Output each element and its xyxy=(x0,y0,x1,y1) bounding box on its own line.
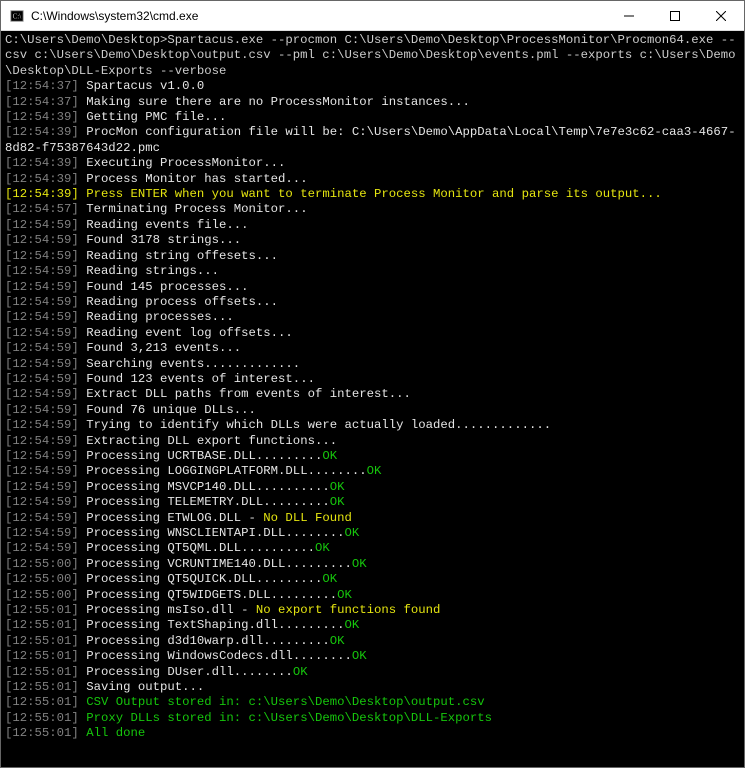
window-title: C:\Windows\system32\cmd.exe xyxy=(31,9,198,23)
svg-text:C:\: C:\ xyxy=(13,12,22,20)
terminal-output[interactable]: C:\Users\Demo\Desktop>Spartacus.exe --pr… xyxy=(1,31,744,767)
log-line: [12:54:59] Extracting DLL export functio… xyxy=(5,434,740,449)
log-line: [12:55:01] Proxy DLLs stored in: c:\User… xyxy=(5,711,740,726)
log-line: [12:54:37] Spartacus v1.0.0 xyxy=(5,79,740,94)
log-line: [12:54:59] Processing QT5QML.DLL........… xyxy=(5,541,740,556)
cmd-window: C:\ C:\Windows\system32\cmd.exe C:\Users… xyxy=(0,0,745,768)
log-line: [12:55:01] All done xyxy=(5,726,740,741)
cmd-icon: C:\ xyxy=(9,8,25,24)
log-line: [12:54:59] Trying to identify which DLLs… xyxy=(5,418,740,433)
log-line: [12:55:00] Processing QT5QUICK.DLL......… xyxy=(5,572,740,587)
log-line: [12:54:39] Process Monitor has started..… xyxy=(5,172,740,187)
log-line: [12:54:39] Executing ProcessMonitor... xyxy=(5,156,740,171)
log-line: [12:54:59] Processing MSVCP140.DLL......… xyxy=(5,480,740,495)
log-line: [12:54:59] Found 3,213 events... xyxy=(5,341,740,356)
minimize-button[interactable] xyxy=(606,1,652,31)
log-line: [12:54:59] Processing LOGGINGPLATFORM.DL… xyxy=(5,464,740,479)
log-line: [12:54:59] Reading events file... xyxy=(5,218,740,233)
log-line: [12:54:57] Terminating Process Monitor..… xyxy=(5,202,740,217)
log-line: [12:54:59] Reading string offesets... xyxy=(5,249,740,264)
log-line: [12:54:39] Press ENTER when you want to … xyxy=(5,187,740,202)
log-line: [12:54:59] Found 3178 strings... xyxy=(5,233,740,248)
log-line: [12:54:39] ProcMon configuration file wi… xyxy=(5,125,740,156)
log-line: [12:54:59] Reading process offsets... xyxy=(5,295,740,310)
log-line: [12:54:59] Processing TELEMETRY.DLL.....… xyxy=(5,495,740,510)
log-line: [12:54:39] Getting PMC file... xyxy=(5,110,740,125)
log-line: [12:54:59] Reading event log offsets... xyxy=(5,326,740,341)
maximize-button[interactable] xyxy=(652,1,698,31)
log-line: [12:54:59] Found 76 unique DLLs... xyxy=(5,403,740,418)
log-line: [12:54:37] Making sure there are no Proc… xyxy=(5,95,740,110)
log-line: [12:54:59] Found 123 events of interest.… xyxy=(5,372,740,387)
log-line: [12:55:01] CSV Output stored in: c:\User… xyxy=(5,695,740,710)
log-line: [12:55:01] Processing d3d10warp.dll.....… xyxy=(5,634,740,649)
log-line: [12:55:00] Processing VCRUNTIME140.DLL..… xyxy=(5,557,740,572)
log-line: [12:54:59] Processing UCRTBASE.DLL......… xyxy=(5,449,740,464)
log-line: [12:54:59] Searching events............. xyxy=(5,357,740,372)
close-button[interactable] xyxy=(698,1,744,31)
log-line: [12:54:59] Reading strings... xyxy=(5,264,740,279)
log-line: [12:55:01] Processing msIso.dll - No exp… xyxy=(5,603,740,618)
log-line: [12:54:59] Processing ETWLOG.DLL - No DL… xyxy=(5,511,740,526)
log-line: [12:55:01] Processing TextShaping.dll...… xyxy=(5,618,740,633)
log-line: [12:55:01] Processing DUser.dll........O… xyxy=(5,665,740,680)
log-line: [12:54:59] Found 145 processes... xyxy=(5,280,740,295)
log-line: [12:55:00] Processing QT5WIDGETS.DLL....… xyxy=(5,588,740,603)
log-line: [12:55:01] Processing WindowsCodecs.dll.… xyxy=(5,649,740,664)
log-line: [12:54:59] Processing WNSCLIENTAPI.DLL..… xyxy=(5,526,740,541)
log-line: [12:54:59] Extract DLL paths from events… xyxy=(5,387,740,402)
command-line: C:\Users\Demo\Desktop>Spartacus.exe --pr… xyxy=(5,33,740,79)
log-line: [12:54:59] Reading processes... xyxy=(5,310,740,325)
titlebar[interactable]: C:\ C:\Windows\system32\cmd.exe xyxy=(1,1,744,31)
log-line: [12:55:01] Saving output... xyxy=(5,680,740,695)
